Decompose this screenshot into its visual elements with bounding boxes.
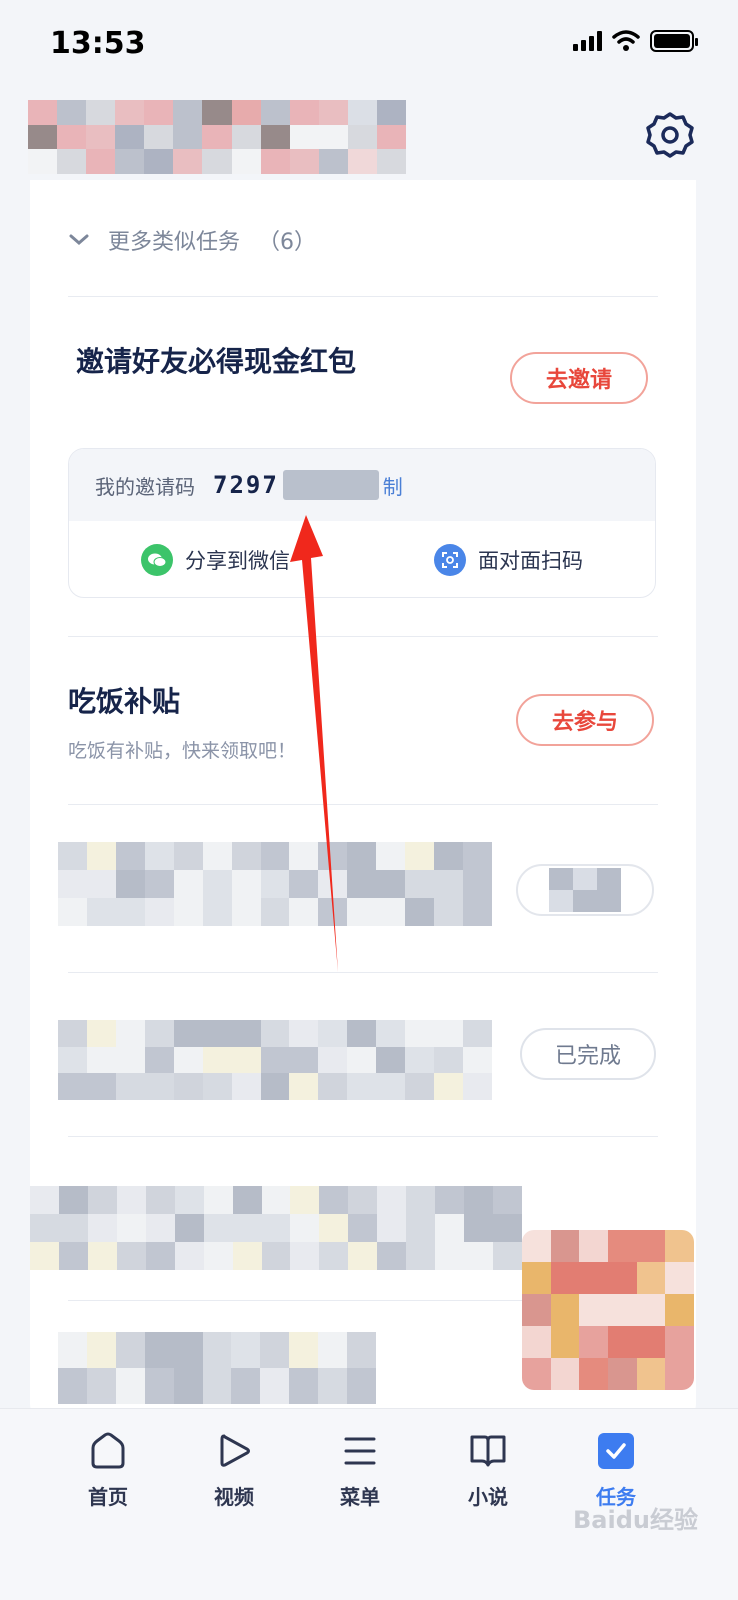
share-wechat-button[interactable]: 分享到微信 (141, 544, 290, 576)
invite-code-row: 我的邀请码 7297 制 (69, 449, 655, 521)
more-similar-tasks-count: （6） (258, 230, 317, 255)
wechat-icon (141, 544, 173, 576)
status-time: 13:53 (50, 26, 146, 61)
more-similar-tasks-label: 更多类似任务 (108, 230, 241, 255)
tab-video-label: 视频 (214, 1485, 254, 1509)
blurred-task-title (58, 1020, 492, 1100)
invite-code-box: 我的邀请码 7297 制 分享到微信 面对面扫码 (68, 448, 656, 598)
play-icon (220, 1434, 250, 1467)
divider (68, 804, 658, 805)
settings-button[interactable] (644, 108, 696, 160)
blurred-task-title (30, 1186, 522, 1270)
cellular-signal-icon (573, 31, 602, 51)
blurred-task-button[interactable] (516, 864, 654, 916)
tab-home[interactable]: 首页 (58, 1431, 158, 1510)
tab-menu-label: 菜单 (340, 1485, 380, 1509)
tab-task[interactable]: 任务 (566, 1431, 666, 1510)
tab-home-label: 首页 (88, 1485, 128, 1509)
home-icon (91, 1432, 125, 1469)
copy-code-link[interactable]: 制 (383, 471, 403, 500)
tab-video[interactable]: 视频 (184, 1431, 284, 1510)
more-similar-tasks-toggle[interactable]: 更多类似任务 （6） (68, 224, 316, 256)
meal-task-title: 吃饭补贴 (68, 685, 181, 718)
blurred-task-title (58, 1332, 376, 1404)
divider (68, 296, 658, 297)
invite-share-row: 分享到微信 面对面扫码 (69, 521, 655, 597)
face-scan-label: 面对面扫码 (478, 549, 583, 573)
tab-menu[interactable]: 菜单 (310, 1431, 410, 1510)
divider (68, 636, 658, 637)
menu-icon (344, 1437, 376, 1465)
tab-novel-label: 小说 (468, 1485, 508, 1509)
divider (68, 972, 658, 973)
share-wechat-label: 分享到微信 (185, 549, 290, 573)
status-bar: 13:53 (0, 0, 738, 90)
header-title-blurred (28, 100, 406, 174)
status-icons (573, 30, 698, 52)
tab-novel[interactable]: 小说 (438, 1431, 538, 1510)
meal-task-subtitle: 吃饭有补贴，快来领取吧！ (68, 740, 297, 762)
treasure-chest-widget[interactable] (522, 1230, 694, 1390)
invite-task-title: 邀请好友必得现金红包 (76, 345, 357, 378)
task-check-icon (598, 1433, 634, 1469)
battery-icon (650, 30, 698, 52)
book-icon (470, 1435, 506, 1467)
invite-code-label: 我的邀请码 (95, 474, 195, 499)
gear-icon (646, 112, 694, 158)
invite-code-blurred (282, 470, 379, 500)
blurred-task-title (58, 842, 492, 926)
chevron-down-icon (69, 234, 89, 245)
watermark: Baidu经验 (573, 1506, 698, 1534)
divider (68, 1136, 658, 1137)
invite-code-value: 7297 (213, 471, 279, 499)
scan-icon (434, 544, 466, 576)
invite-button[interactable]: 去邀请 (510, 352, 648, 404)
meal-join-button[interactable]: 去参与 (516, 694, 654, 746)
completed-button[interactable]: 已完成 (520, 1028, 656, 1080)
wifi-icon (612, 30, 640, 51)
face-scan-button[interactable]: 面对面扫码 (434, 544, 583, 576)
